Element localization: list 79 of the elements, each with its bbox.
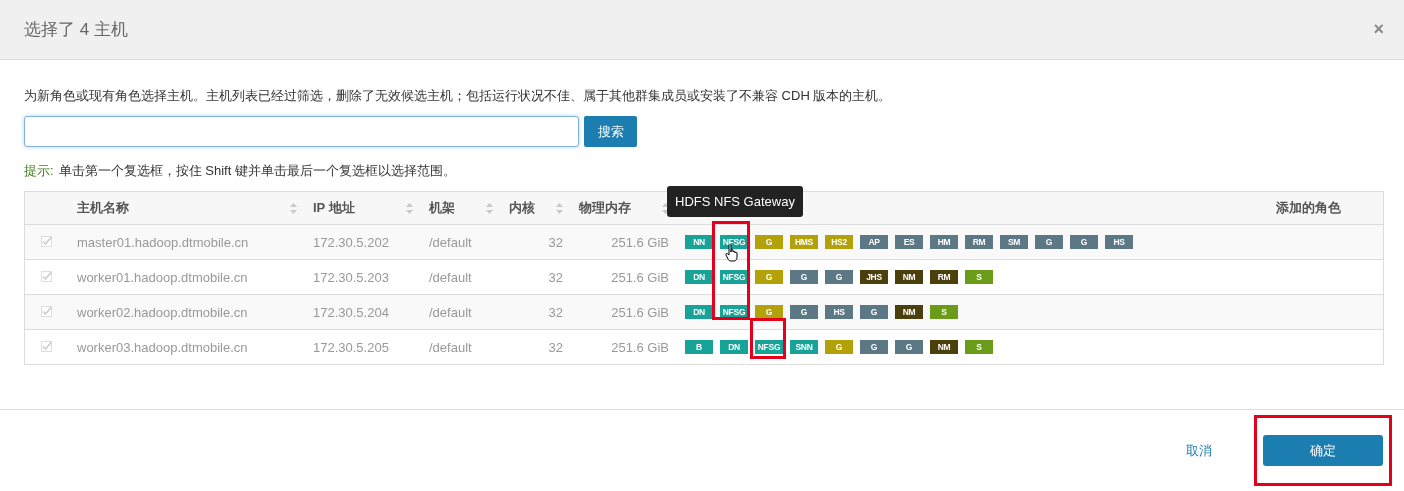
role-badge[interactable]: NN [685, 235, 713, 249]
tooltip: HDFS NFS Gateway [667, 186, 803, 217]
role-badge[interactable]: DN [685, 305, 713, 319]
description-text: 为新角色或现有角色选择主机。主机列表已经过筛选，删除了无效候选主机；包括运行状况不佳、属于其他群集成员或安装了不兼容 CDH 版本的主机。 [24, 87, 893, 105]
table-cell: /default [429, 269, 472, 285]
role-badge[interactable]: G [860, 340, 888, 354]
column-header[interactable]: 物理内存 [579, 199, 631, 217]
table-cell: 32 [548, 234, 563, 250]
role-badge[interactable]: NFSG [720, 235, 748, 249]
table-cell: 251.6 GiB [611, 234, 669, 250]
table-cell: 172.30.5.205 [313, 339, 389, 355]
table-cell: 251.6 GiB [611, 339, 669, 355]
search-field[interactable] [24, 116, 579, 147]
confirm-button[interactable]: 确定 [1263, 435, 1383, 466]
role-badge[interactable]: HM [930, 235, 958, 249]
table-cell: 172.30.5.203 [313, 269, 389, 285]
close-button[interactable]: × [1369, 19, 1388, 40]
column-header[interactable]: 添加的角色 [1276, 199, 1341, 217]
role-badge[interactable]: HS [1105, 235, 1133, 249]
dialog-title: 选择了 4 主机 [24, 19, 128, 41]
role-badge[interactable]: S [930, 305, 958, 319]
role-badge[interactable]: S [965, 340, 993, 354]
table-cell: 251.6 GiB [611, 269, 669, 285]
hint-text: 单击第一个复选框，按住 Shift 键并单击最后一个复选框以选择范围。 [58, 162, 456, 180]
role-badge[interactable]: S [965, 270, 993, 284]
role-badge[interactable]: G [790, 270, 818, 284]
role-badge[interactable]: NFSG [755, 340, 783, 354]
table-cell: 32 [548, 269, 563, 285]
role-badge[interactable]: B [685, 340, 713, 354]
role-badge[interactable]: G [790, 305, 818, 319]
role-badge[interactable]: AP [860, 235, 888, 249]
role-badge[interactable]: DN [720, 340, 748, 354]
role-badge[interactable]: DN [685, 270, 713, 284]
role-badge[interactable]: NFSG [720, 270, 748, 284]
role-badge[interactable]: RM [930, 270, 958, 284]
role-badge[interactable]: G [1035, 235, 1063, 249]
role-badge[interactable]: RM [965, 235, 993, 249]
role-badge[interactable]: HMS [790, 235, 818, 249]
role-badge[interactable]: NM [930, 340, 958, 354]
role-badge[interactable]: G [755, 305, 783, 319]
table-cell: worker02.hadoop.dtmobile.cn [77, 304, 248, 320]
table-cell: /default [429, 304, 472, 320]
role-badge[interactable]: SM [1000, 235, 1028, 249]
column-header[interactable]: 主机名称 [77, 199, 129, 217]
role-badge[interactable]: G [895, 340, 923, 354]
cancel-link[interactable]: 取消 [1186, 441, 1212, 460]
role-badge[interactable]: G [1070, 235, 1098, 249]
table-cell: /default [429, 339, 472, 355]
role-badge[interactable]: G [755, 270, 783, 284]
role-badge[interactable]: JHS [860, 270, 888, 284]
table-cell: master01.hadoop.dtmobile.cn [77, 234, 249, 250]
column-header[interactable]: 内核 [509, 199, 535, 217]
sort-icon[interactable] [662, 202, 669, 214]
table-cell: 32 [548, 304, 563, 320]
table-cell: 251.6 GiB [611, 304, 669, 320]
column-header[interactable]: 机架 [429, 199, 455, 217]
role-badge[interactable]: G [755, 235, 783, 249]
table-cell: /default [429, 234, 472, 250]
role-badge[interactable]: NM [895, 305, 923, 319]
role-badge[interactable]: HS2 [825, 235, 853, 249]
search-button[interactable]: 搜索 [584, 116, 637, 147]
hint-label: 提示: [24, 162, 54, 180]
column-header[interactable]: IP 地址 [313, 199, 355, 217]
table-cell: 32 [548, 339, 563, 355]
role-badge[interactable]: G [860, 305, 888, 319]
role-badge[interactable]: ES [895, 235, 923, 249]
table-cell: worker03.hadoop.dtmobile.cn [77, 339, 248, 355]
table-cell: 172.30.5.202 [313, 234, 389, 250]
role-badge[interactable]: HS [825, 305, 853, 319]
role-badge[interactable]: G [825, 340, 853, 354]
table-cell: worker01.hadoop.dtmobile.cn [77, 269, 248, 285]
role-badge[interactable]: G [825, 270, 853, 284]
table-cell: 172.30.5.204 [313, 304, 389, 320]
checkbox[interactable] [41, 270, 52, 282]
checkbox[interactable] [41, 340, 52, 352]
role-badge[interactable]: NM [895, 270, 923, 284]
checkbox[interactable] [41, 235, 52, 247]
role-badge[interactable]: SNN [790, 340, 818, 354]
checkbox[interactable] [41, 305, 52, 317]
